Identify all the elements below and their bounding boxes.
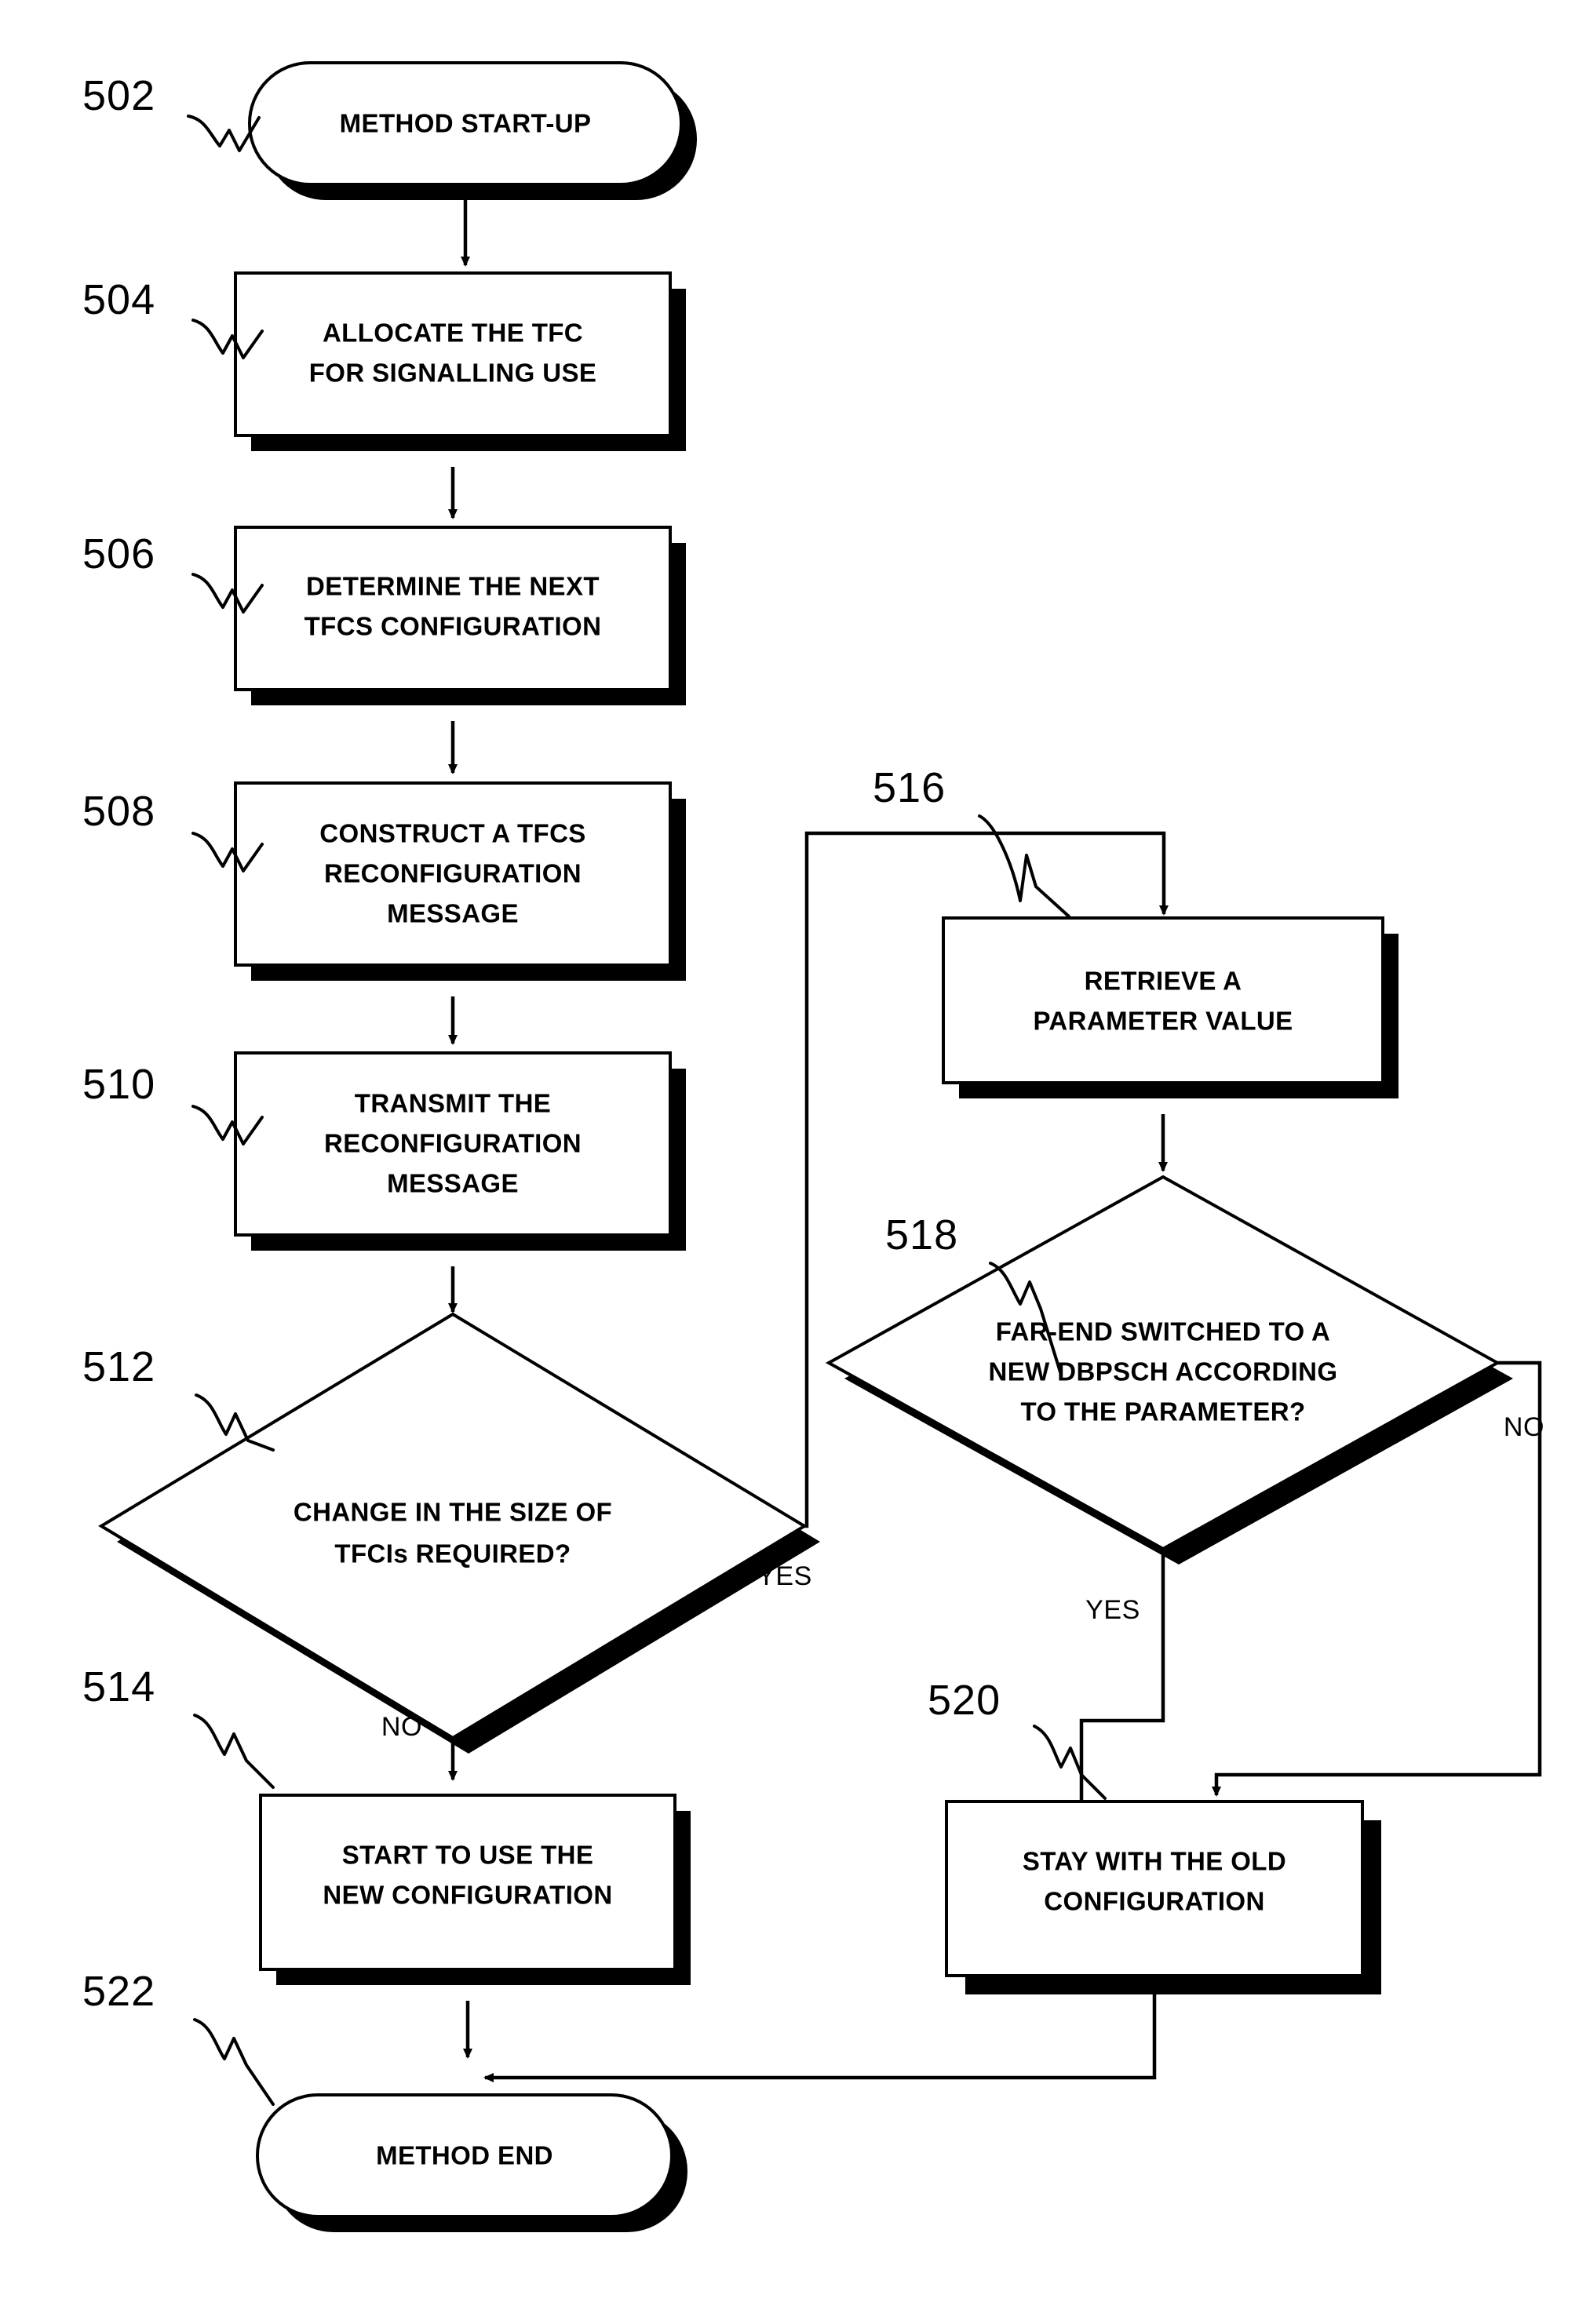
node-520: STAY WITH THE OLD CONFIGURATION <box>945 1800 1381 1994</box>
branch-512-yes-label: YES <box>757 1561 812 1591</box>
node-510: TRANSMIT THE RECONFIGURATION MESSAGE <box>234 1051 686 1251</box>
ref-512-label: 512 <box>82 1343 155 1390</box>
node-508: CONSTRUCT A TFCS RECONFIGURATION MESSAGE <box>234 781 686 981</box>
node-510-line-2: MESSAGE <box>387 1169 519 1198</box>
node-514: START TO USE THE NEW CONFIGURATION <box>259 1794 691 1985</box>
ref-516-leader <box>978 814 1070 918</box>
node-502: METHOD START-UP <box>248 61 697 200</box>
ref-522: 522 <box>82 1968 275 2106</box>
node-522-line-0: METHOD END <box>376 2141 553 2170</box>
node-504-line-1: FOR SIGNALLING USE <box>309 359 597 388</box>
node-516: RETRIEVE A PARAMETER VALUE <box>942 916 1398 1098</box>
connector-520-522 <box>483 1994 1157 2082</box>
ref-514: 514 <box>82 1663 275 1789</box>
ref-502-label: 502 <box>82 72 155 119</box>
node-508-line-1: RECONFIGURATION <box>324 859 582 888</box>
branch-518-yes-label: YES <box>1085 1595 1140 1625</box>
ref-506-label: 506 <box>82 530 155 577</box>
node-506: DETERMINE THE NEXT TFCS CONFIGURATION <box>234 526 686 705</box>
node-518-line-2: TO THE PARAMETER? <box>1020 1397 1305 1426</box>
node-510-line-1: RECONFIGURATION <box>324 1129 582 1158</box>
node-514-line-1: NEW CONFIGURATION <box>323 1881 612 1910</box>
node-520-line-0: STAY WITH THE OLD <box>1023 1847 1286 1876</box>
ref-516-label: 516 <box>873 764 946 811</box>
ref-504-label: 504 <box>82 276 155 323</box>
node-516-shape <box>942 916 1384 1084</box>
node-506-shape <box>234 526 672 691</box>
node-512-line-0: CHANGE IN THE SIZE OF <box>294 1498 612 1527</box>
flowchart-canvas: METHOD START-UP 502 ALLOCATE THE TFC FOR… <box>82 61 1544 2232</box>
branch-518-no-label: NO <box>1504 1412 1544 1442</box>
node-504-shape <box>234 271 672 437</box>
flowchart-figure: METHOD START-UP 502 ALLOCATE THE TFC FOR… <box>0 0 1579 2324</box>
node-508-line-0: CONSTRUCT A TFCS <box>319 819 585 848</box>
ref-522-leader <box>193 2018 275 2106</box>
branch-518-yes-path <box>1079 1549 1165 1805</box>
node-508-line-2: MESSAGE <box>387 899 519 928</box>
node-522: METHOD END <box>256 2093 687 2232</box>
node-504-line-0: ALLOCATE THE TFC <box>323 319 583 348</box>
node-510-line-0: TRANSMIT THE <box>355 1089 551 1118</box>
branch-518-yes: YES <box>1079 1549 1165 1805</box>
node-516-line-0: RETRIEVE A <box>1085 967 1242 996</box>
ref-502: 502 <box>82 72 261 152</box>
node-512-line-1: TFCIs REQUIRED? <box>334 1539 571 1568</box>
ref-522-label: 522 <box>82 1968 155 2015</box>
ref-520: 520 <box>928 1677 1107 1800</box>
node-518-line-1: NEW DBPSCH ACCORDING <box>989 1357 1338 1386</box>
branch-512-no-label: NO <box>381 1712 422 1742</box>
node-506-line-1: TFCS CONFIGURATION <box>304 612 602 641</box>
ref-518-label: 518 <box>885 1211 958 1259</box>
node-506-line-0: DETERMINE THE NEXT <box>306 572 600 601</box>
ref-510-label: 510 <box>82 1061 155 1108</box>
ref-520-leader <box>1033 1725 1107 1800</box>
ref-514-leader <box>193 1714 275 1789</box>
node-504: ALLOCATE THE TFC FOR SIGNALLING USE <box>234 271 686 451</box>
ref-516: 516 <box>873 764 1070 918</box>
node-520-line-1: CONFIGURATION <box>1044 1887 1264 1916</box>
ref-512: 512 <box>82 1343 275 1452</box>
node-502-line-0: METHOD START-UP <box>340 109 592 138</box>
node-516-line-1: PARAMETER VALUE <box>1033 1007 1293 1036</box>
node-512: CHANGE IN THE SIZE OF TFCIs REQUIRED? <box>98 1312 820 1754</box>
ref-508-label: 508 <box>82 788 155 835</box>
ref-520-label: 520 <box>928 1677 1001 1724</box>
node-514-line-0: START TO USE THE <box>342 1841 594 1870</box>
ref-514-label: 514 <box>82 1663 155 1710</box>
